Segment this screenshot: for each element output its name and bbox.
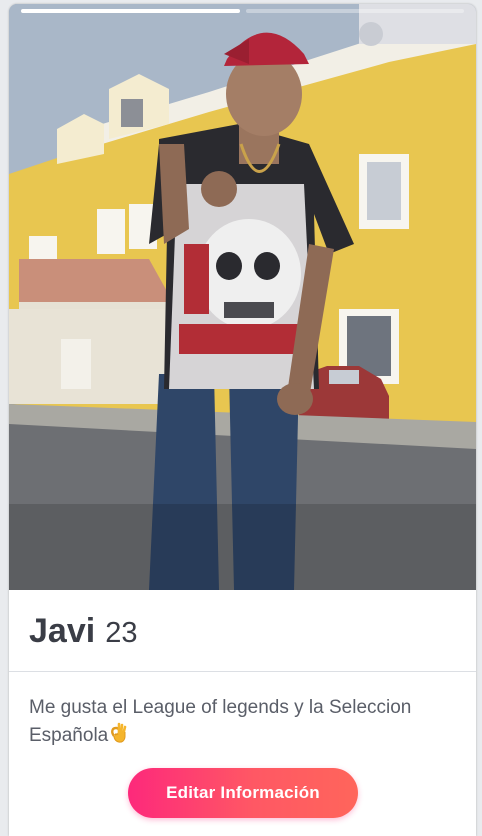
profile-photo[interactable] — [9, 4, 476, 590]
profile-card: Javi 23 Me gusta el League of legends y … — [9, 4, 476, 836]
profile-photo-illustration — [9, 4, 476, 590]
photo-progress-segment[interactable] — [21, 9, 240, 13]
profile-age: 23 — [105, 617, 138, 649]
divider — [9, 671, 476, 672]
ok-hand-icon — [111, 722, 127, 743]
profile-name: Javi — [29, 612, 96, 650]
photo-progress-segment[interactable] — [245, 9, 464, 13]
photo-progress — [21, 9, 464, 13]
bio-text: Me gusta el League of legends y la Selec… — [29, 697, 412, 746]
edit-info-button[interactable]: Editar Información — [128, 768, 358, 818]
name-age-row: Javi 23 — [29, 612, 137, 651]
profile-bio: Me gusta el League of legends y la Selec… — [29, 694, 449, 750]
